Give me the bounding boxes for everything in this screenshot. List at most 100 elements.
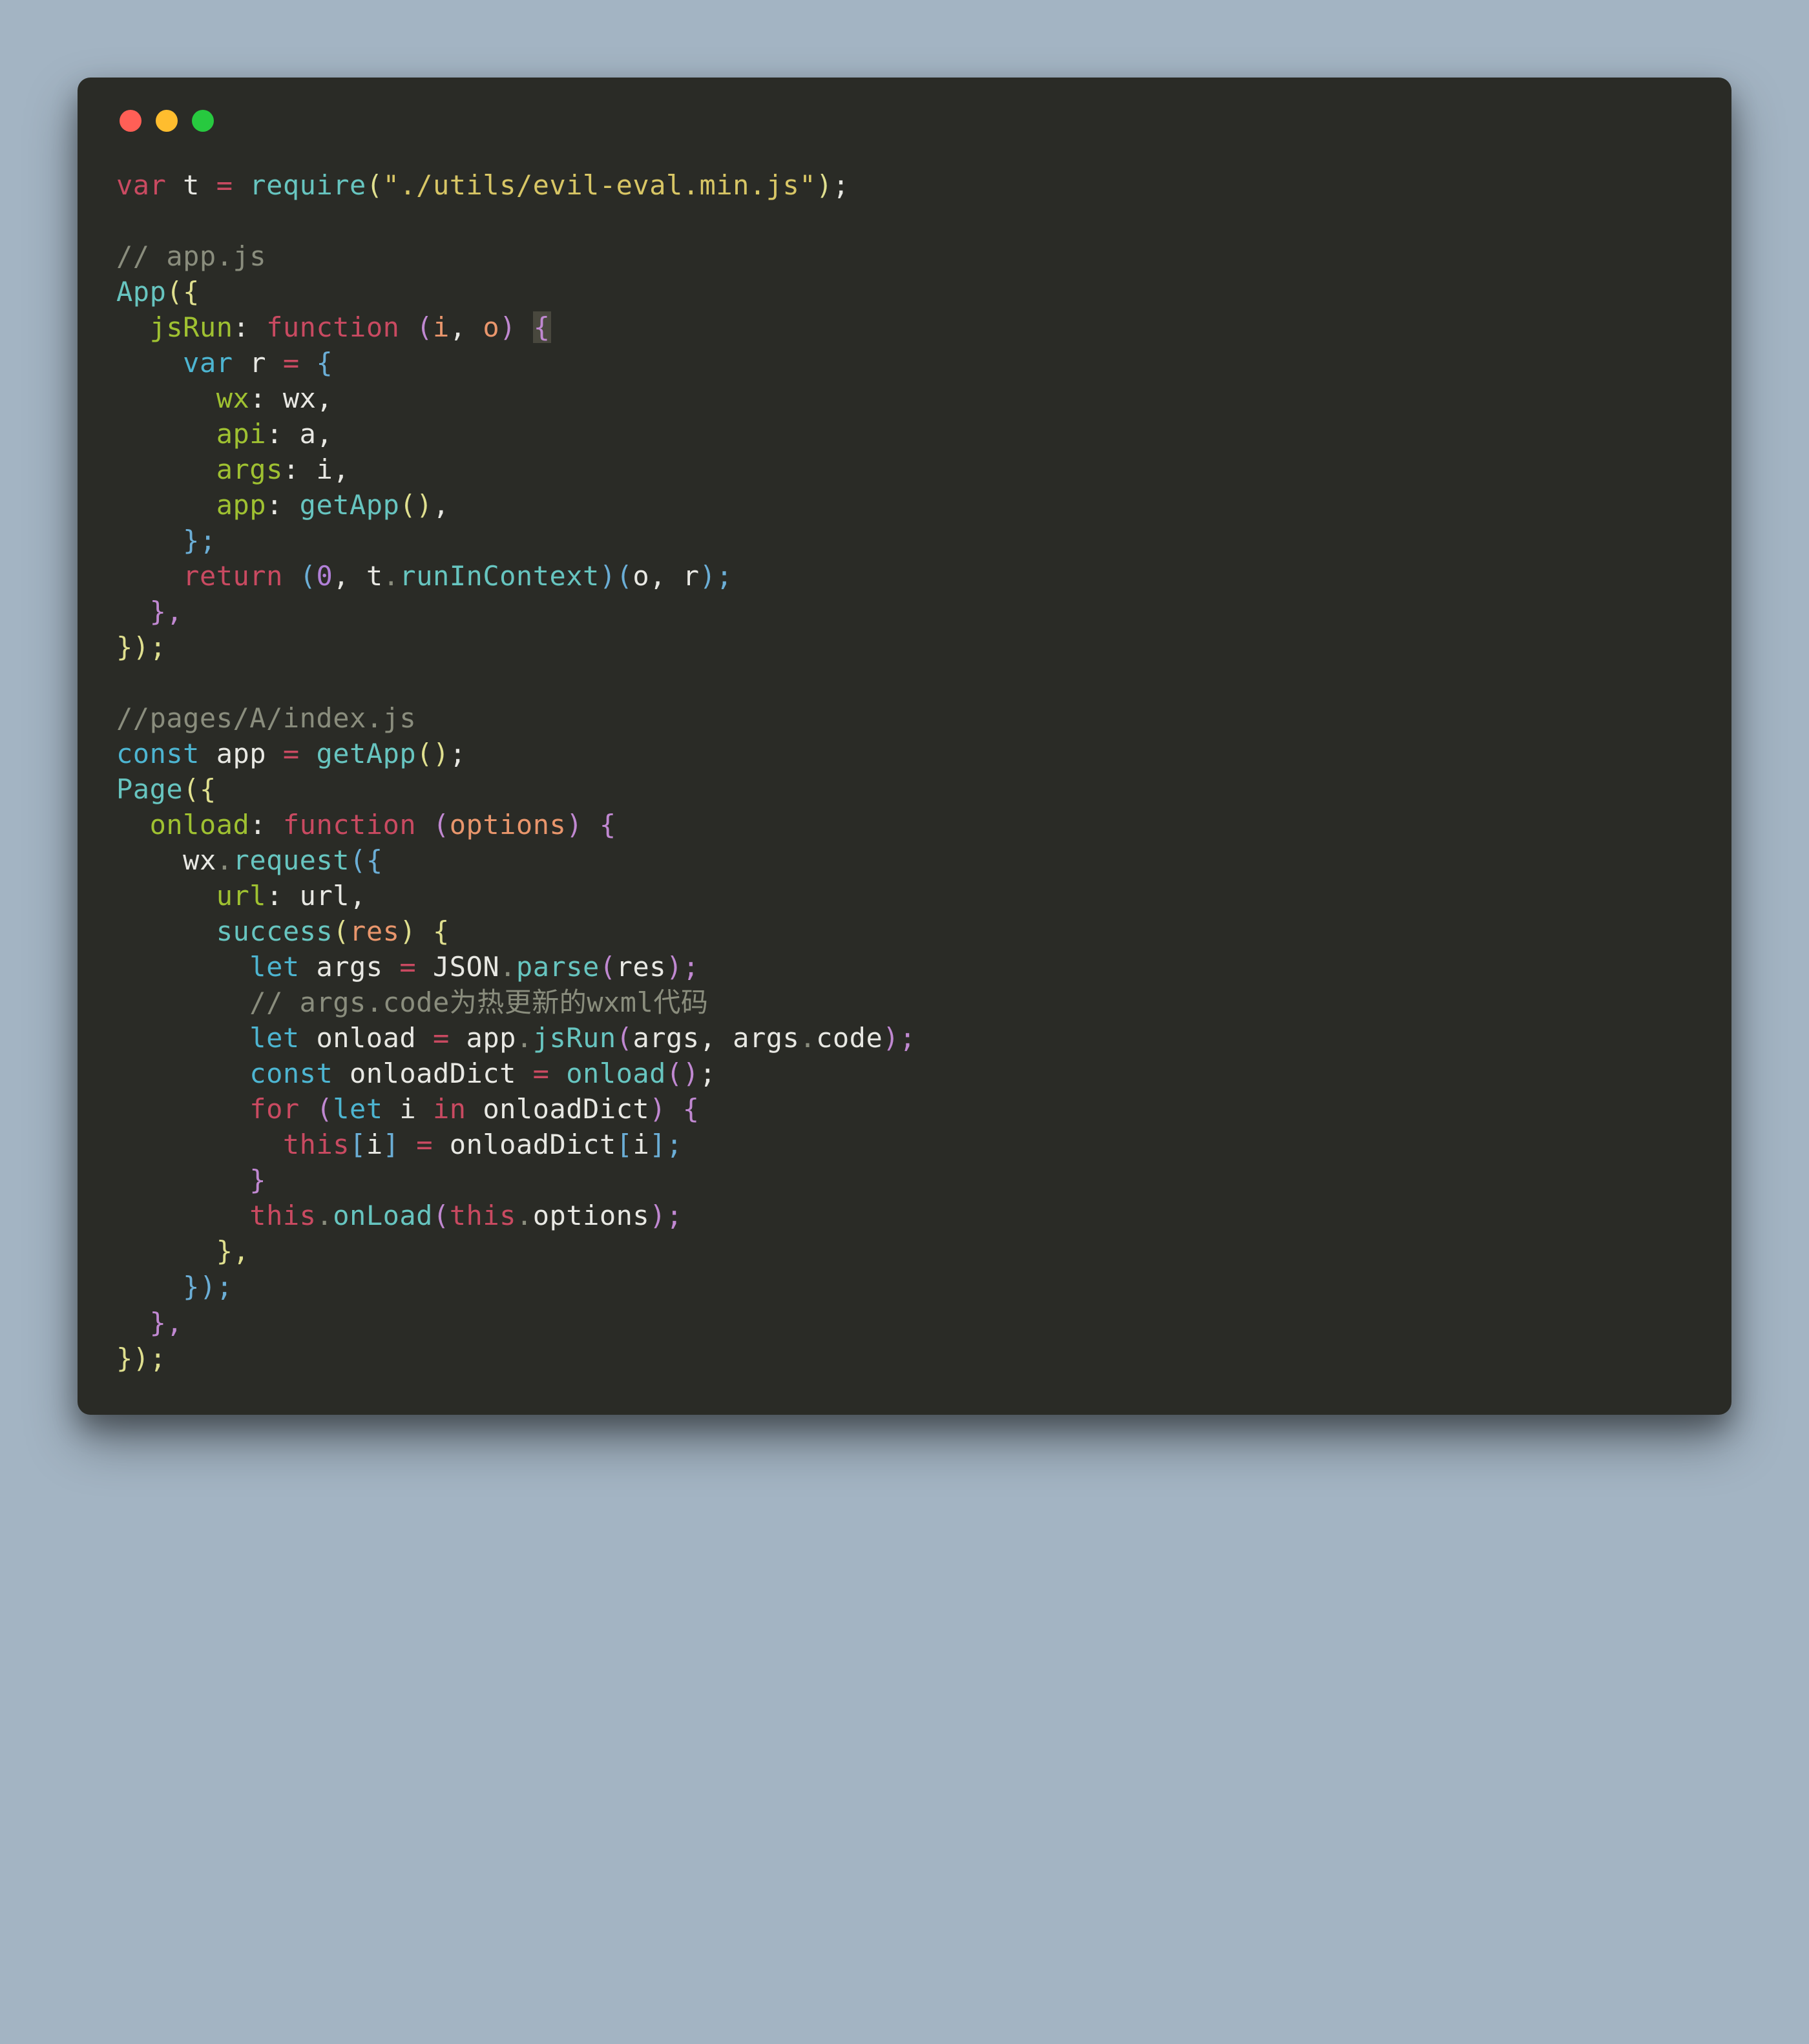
code-token: [116, 986, 249, 1018]
code-token: let: [249, 951, 299, 983]
code-token: this: [283, 1129, 350, 1160]
code-token: const: [116, 738, 200, 769]
code-token: }: [249, 1164, 266, 1196]
code-token: [116, 1271, 183, 1302]
code-token: =: [283, 347, 300, 379]
code-token: getApp: [283, 489, 400, 521]
code-token: 0: [316, 560, 333, 592]
code-token: [116, 1164, 249, 1196]
code-token: res: [350, 915, 399, 947]
code-token: );: [649, 1200, 683, 1231]
code-token: res: [616, 951, 666, 983]
code-token: i,: [300, 454, 350, 485]
code-token: ({: [350, 844, 383, 876]
code-token: [116, 1235, 216, 1267]
code-token: ]: [383, 1129, 417, 1160]
code-token: this: [450, 1200, 516, 1231]
code-token: ) {: [399, 915, 449, 947]
code-token: [116, 347, 183, 379]
code-token: });: [116, 1342, 166, 1374]
code-token: {: [300, 347, 333, 379]
code-token: this: [249, 1200, 316, 1231]
code-token: :: [266, 880, 283, 912]
code-token: i: [383, 1093, 433, 1125]
code-token: });: [183, 1271, 233, 1302]
code-token: };: [183, 525, 216, 556]
code-token: [116, 1058, 249, 1089]
code-token: (: [366, 169, 383, 201]
code-token: jsRun: [533, 1022, 616, 1054]
code-token: ({: [166, 276, 200, 308]
code-token: getApp: [300, 738, 417, 769]
code-token: app: [450, 1022, 516, 1054]
code-token: :: [249, 809, 266, 840]
code-token: );: [700, 560, 733, 592]
code-token: (: [433, 1200, 450, 1231]
code-token: (: [433, 809, 450, 840]
code-token: in: [433, 1093, 466, 1125]
code-token: =: [216, 169, 233, 201]
code-token: onload: [549, 1058, 666, 1089]
code-token: let: [333, 1093, 382, 1125]
code-token: app: [216, 489, 266, 521]
code-token: =: [399, 951, 416, 983]
code-token: url,: [283, 880, 366, 912]
code-token: ];: [649, 1129, 683, 1160]
code-token: });: [116, 631, 166, 663]
code-token: =: [416, 1129, 433, 1160]
code-token: [: [616, 1129, 633, 1160]
code-token: ,: [433, 489, 450, 521]
code-content[interactable]: var t = require("./utils/evil-eval.min.j…: [116, 167, 1693, 1376]
code-token: .: [316, 1200, 333, 1231]
code-token: =: [533, 1058, 550, 1089]
code-token: .: [383, 560, 400, 592]
code-token: (: [416, 311, 433, 343]
code-token: },: [216, 1235, 250, 1267]
code-token: Page: [116, 773, 183, 805]
code-token: ): [499, 311, 533, 343]
code-token: api: [216, 418, 266, 450]
code-token: options: [533, 1200, 650, 1231]
code-token: args: [300, 951, 400, 983]
code-token: parse: [516, 951, 600, 983]
code-token: [116, 1129, 283, 1160]
code-token: (): [666, 1058, 700, 1089]
code-token: );: [883, 1022, 916, 1054]
minimize-button[interactable]: [156, 110, 178, 132]
code-token: :: [233, 311, 250, 343]
code-token: wx,: [266, 382, 333, 414]
code-token: onloadDict: [433, 1129, 616, 1160]
code-token: const: [249, 1058, 333, 1089]
code-token: ) {: [649, 1093, 699, 1125]
code-token: :: [249, 382, 266, 414]
code-token: );: [666, 951, 700, 983]
code-comment: // args.code为热更新的wxml代码: [249, 986, 708, 1018]
code-editor-window: var t = require("./utils/evil-eval.min.j…: [78, 78, 1731, 1415]
code-token: onload: [300, 1022, 433, 1054]
code-token: [116, 596, 150, 627]
code-token: var: [116, 169, 166, 201]
code-token: ;: [833, 169, 850, 201]
code-token: [116, 418, 216, 450]
code-token: var: [183, 347, 233, 379]
code-token: (): [399, 489, 433, 521]
code-token: code: [816, 1022, 883, 1054]
code-token: i: [633, 1129, 649, 1160]
code-comment: // app.js: [116, 240, 266, 272]
code-cursor: {: [533, 311, 551, 343]
code-token: =: [433, 1022, 450, 1054]
code-comment: //pages/A/index.js: [116, 702, 416, 734]
code-token: [116, 311, 150, 343]
code-token: .: [516, 1022, 533, 1054]
code-token: app: [200, 738, 283, 769]
title-bar: [116, 110, 1693, 132]
code-token: , t: [333, 560, 382, 592]
maximize-button[interactable]: [192, 110, 214, 132]
close-button[interactable]: [120, 110, 141, 132]
code-token: (: [300, 1093, 333, 1125]
code-token: require: [233, 169, 366, 201]
code-token: [116, 880, 216, 912]
code-token: o, r: [633, 560, 699, 592]
code-token: ({: [183, 773, 216, 805]
code-token: ;: [700, 1058, 716, 1089]
